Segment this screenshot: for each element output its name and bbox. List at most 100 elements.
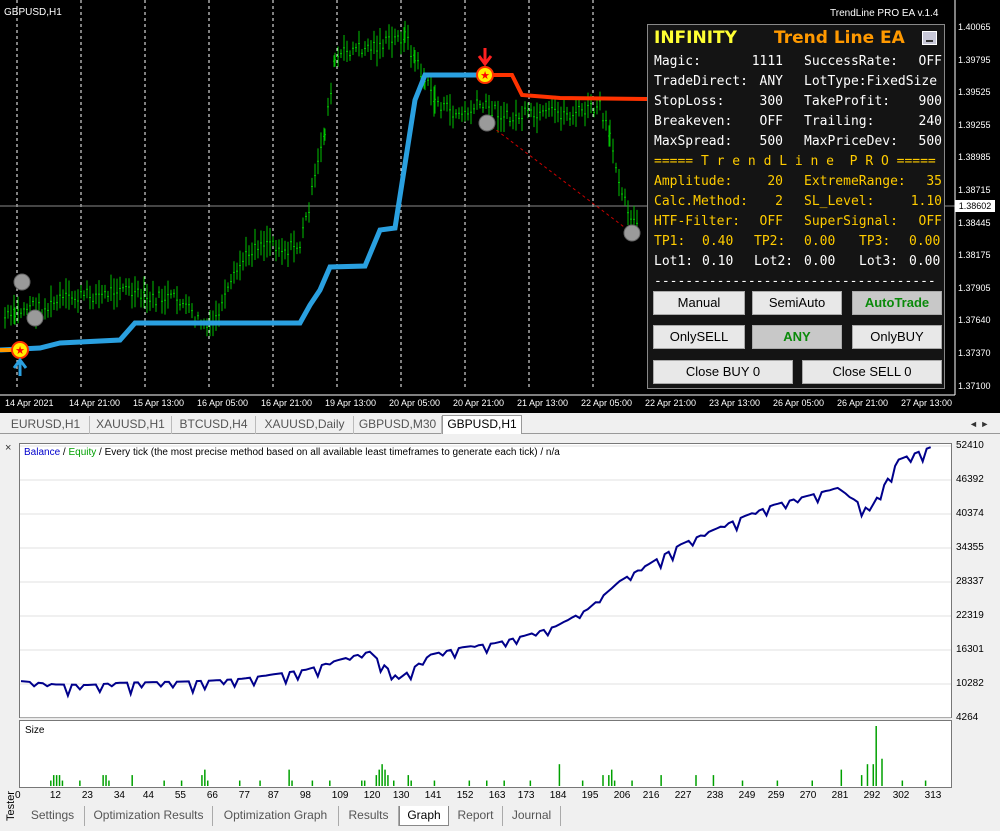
graph-legend: Balance / Equity / Every tick (the most …	[24, 447, 560, 458]
size-bar	[375, 775, 378, 786]
size-bar	[163, 780, 165, 786]
ea-setting-text: ANY	[759, 74, 783, 89]
price-tick-label: 1.39255	[958, 119, 991, 130]
price-tick-label: 1.40065	[958, 22, 991, 32]
ea-setting-row: Amplitude: 20 ExtremeRange: 35	[654, 174, 942, 194]
ea-setting-row: TP1: 0.40 TP2: 0.00 TP3: 0.00	[654, 234, 942, 254]
tester-tab[interactable]: Graph	[399, 806, 449, 826]
ea-setting-text: Magic:	[654, 54, 701, 69]
ea-setting-text: MaxSpread:	[654, 134, 733, 149]
time-tick-label: 20 Apr 05:00	[389, 398, 441, 408]
tester-tab[interactable]: Journal	[503, 806, 561, 826]
ea-setting-row: Lot1: 0.10 Lot2: 0.00 Lot3: 0.00	[654, 254, 942, 274]
trade-x-tick: 141	[424, 790, 442, 801]
trade-x-tick: 130	[392, 790, 410, 801]
legend-equity: Equity	[68, 447, 97, 458]
size-bar	[363, 780, 366, 786]
chart-tab[interactable]: GBPUSD,M30	[354, 416, 442, 434]
chart-tab[interactable]: XAUUSD,H1	[90, 416, 172, 434]
size-bar	[58, 775, 61, 786]
size-label: Size	[25, 725, 45, 736]
ea-setting-text: 0.00	[909, 254, 941, 269]
size-bar	[105, 775, 107, 786]
onlybuy-button[interactable]: OnlyBUY	[852, 325, 942, 349]
ea-setting-text: TradeDirect:	[654, 74, 748, 89]
tester-tab[interactable]: Optimization Graph	[213, 806, 339, 826]
size-bar	[610, 769, 613, 786]
size-bar	[204, 769, 206, 786]
ea-setting-text: 35	[926, 174, 942, 189]
balance-y-tick: 40374	[956, 507, 984, 519]
resistance-trend-line	[485, 73, 648, 101]
ea-setting-text: OFF	[759, 214, 783, 229]
ea-setting-text: ExtremeRange:	[804, 174, 906, 189]
close-buy-button[interactable]: Close BUY 0	[653, 360, 793, 384]
trade-x-tick: 259	[767, 790, 785, 801]
size-bar	[79, 780, 81, 786]
chart-tab[interactable]: GBPUSD,H1	[442, 415, 522, 434]
chart-tab[interactable]: BTCUSD,H4	[172, 416, 256, 434]
ea-setting-text: Lot3:	[859, 254, 899, 269]
trade-x-tick: 44	[142, 790, 154, 801]
ea-setting-row: HTF-Filter: OFF SuperSignal: OFF	[654, 214, 942, 234]
size-bar	[52, 775, 55, 786]
size-bar	[410, 780, 412, 786]
ea-setting-text: SuperSignal:	[804, 214, 898, 229]
price-tick-label: 1.39525	[958, 87, 991, 98]
size-bar	[201, 775, 203, 786]
tester-tab[interactable]: Optimization Results	[85, 806, 213, 826]
size-bar	[131, 775, 133, 786]
size-bar	[840, 769, 843, 786]
size-bar	[660, 775, 662, 786]
manual-button[interactable]: Manual	[653, 291, 745, 315]
star-icon: ★	[480, 69, 490, 82]
autotrade-button[interactable]: AutoTrade	[852, 291, 942, 315]
trade-x-tick: 152	[456, 790, 474, 801]
signal-marker-icon	[478, 114, 496, 132]
time-tick-label: 22 Apr 05:00	[581, 398, 633, 408]
price-chart[interactable]: ★ ★ GBPUSD,H1 TrendLine PRO EA v.1.4 1.40…	[0, 0, 1000, 413]
size-bar	[384, 769, 386, 786]
size-bar	[238, 780, 241, 786]
tester-tab[interactable]: Report	[449, 806, 503, 826]
ea-setting-text: TP1:	[654, 234, 686, 249]
ea-setting-text: OFF	[759, 114, 783, 129]
any-direction-button[interactable]: ANY	[752, 325, 842, 349]
balance-line	[20, 446, 932, 699]
size-bar	[924, 780, 927, 786]
time-tick-label: 15 Apr 13:00	[133, 398, 185, 408]
size-bar	[741, 780, 744, 786]
size-bar	[581, 780, 584, 786]
size-bar	[608, 775, 610, 786]
size-bar	[866, 764, 869, 786]
support-trend-line	[0, 72, 485, 353]
trade-x-tick: 34	[113, 790, 125, 801]
tester-tabs: Settings Optimization Results Optimization…	[17, 805, 1000, 827]
tester-tab[interactable]: Results	[339, 806, 399, 826]
size-bar	[329, 780, 331, 786]
ea-setting-row: Breakeven: OFF Trailing: 240	[654, 114, 942, 134]
ea-setting-text: TakeProfit:	[804, 94, 891, 109]
semiauto-button[interactable]: SemiAuto	[752, 291, 842, 315]
size-bar	[776, 780, 779, 786]
chart-ea-label: TrendLine PRO EA v.1.4	[830, 8, 939, 19]
price-tick-label: 1.37640	[958, 315, 991, 326]
tester-tab[interactable]: Settings	[21, 806, 85, 826]
trade-x-tick: 12	[49, 790, 61, 801]
size-bar	[207, 780, 209, 786]
ea-panel: INFINITY Trend Line EA Magic: 1111 Success…	[647, 24, 945, 389]
chart-tab[interactable]: EURUSD,H1	[2, 416, 90, 434]
size-bar	[311, 780, 314, 786]
onlysell-button[interactable]: OnlySELL	[653, 325, 745, 349]
star-icon: ★	[15, 344, 25, 357]
signal-marker-icon	[26, 309, 44, 327]
balance-y-tick: 16301	[956, 643, 984, 655]
size-bar	[695, 775, 697, 786]
legend-description: / Every tick (the most precise method ba…	[96, 447, 560, 458]
close-sell-button[interactable]: Close SELL 0	[802, 360, 942, 384]
minimize-icon[interactable]	[922, 31, 937, 45]
ea-setting-text: 0.40	[702, 234, 734, 249]
size-bar	[602, 775, 604, 786]
tab-scroll-arrows-icon[interactable]: ◄ ►	[969, 419, 989, 429]
chart-tab[interactable]: XAUUSD,Daily	[256, 416, 354, 434]
